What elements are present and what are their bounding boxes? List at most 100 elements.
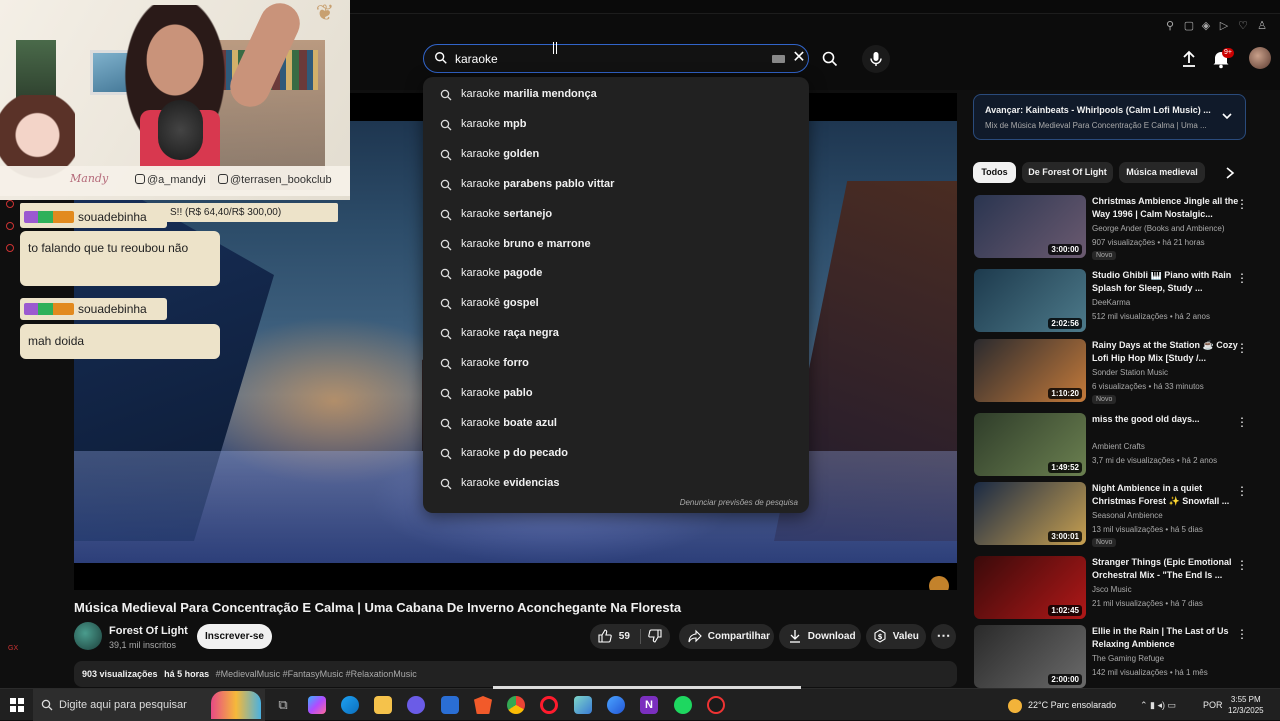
- app-icon[interactable]: [574, 696, 592, 714]
- recommended-channel[interactable]: Ambient Crafts: [1092, 442, 1145, 451]
- chip-all[interactable]: Todos: [973, 162, 1016, 183]
- search-suggestion-item[interactable]: karaokê gospel: [423, 289, 809, 319]
- more-options-icon[interactable]: ⋮: [1236, 415, 1248, 429]
- voice-search-button[interactable]: [862, 45, 890, 73]
- shield-extension-icon[interactable]: ◈: [1200, 20, 1212, 32]
- tray-icons[interactable]: ⌃ ▮ ◂) ▭: [1140, 689, 1176, 721]
- opera-icon[interactable]: [540, 696, 558, 714]
- search-input[interactable]: [455, 49, 755, 69]
- subscribe-button[interactable]: Inscrever-se: [197, 624, 272, 649]
- more-actions-button[interactable]: ⋯: [931, 624, 956, 649]
- recommended-video[interactable]: 3:00:01 Night Ambience in a quiet Christm…: [974, 482, 1264, 548]
- video-thumbnail[interactable]: 3:00:00: [974, 195, 1086, 258]
- more-options-icon[interactable]: ⋮: [1236, 627, 1248, 641]
- more-options-icon[interactable]: ⋮: [1236, 197, 1248, 211]
- video-thumbnail[interactable]: 3:00:01: [974, 482, 1086, 545]
- recommended-channel[interactable]: Seasonal Ambience: [1092, 511, 1163, 520]
- obs-icon[interactable]: [707, 696, 725, 714]
- create-button[interactable]: [1178, 48, 1200, 70]
- spotify-icon[interactable]: [674, 696, 692, 714]
- search-suggestion-item[interactable]: karaoke evidencias: [423, 469, 809, 499]
- copilot-icon[interactable]: [308, 696, 326, 714]
- recommended-channel[interactable]: Jsco Music: [1092, 585, 1132, 594]
- keyboard-icon[interactable]: [772, 55, 785, 63]
- play-extension-icon[interactable]: ▷: [1218, 20, 1230, 32]
- language-indicator[interactable]: POR: [1203, 689, 1223, 721]
- recommended-channel[interactable]: DeeKarma: [1092, 298, 1130, 307]
- clear-search-button[interactable]: ✕: [790, 49, 808, 67]
- window-icon[interactable]: ▢: [1183, 20, 1195, 32]
- chip-channel[interactable]: De Forest Of Light: [1022, 162, 1113, 183]
- search-suggestion-item[interactable]: karaoke boate azul: [423, 409, 809, 439]
- search-button[interactable]: [816, 45, 844, 73]
- search-suggestion-item[interactable]: karaoke parabens pablo vittar: [423, 170, 809, 200]
- video-thumbnail[interactable]: 1:10:20: [974, 339, 1086, 402]
- app-icon[interactable]: [607, 696, 625, 714]
- recommended-video-title[interactable]: Night Ambience in a quiet Christmas Fore…: [1092, 482, 1242, 508]
- onenote-icon[interactable]: N: [640, 696, 658, 714]
- recommended-video-title[interactable]: Ellie in the Rain | The Last of Us Relax…: [1092, 625, 1242, 651]
- task-view-icon[interactable]: ⧉: [274, 696, 292, 714]
- search-suggestion-item[interactable]: karaoke bruno e marrone: [423, 230, 809, 260]
- discord-icon[interactable]: [407, 696, 425, 714]
- taskbar-search[interactable]: Digite aqui para pesquisar: [33, 689, 265, 721]
- search-suggestion-item[interactable]: karaoke sertanejo: [423, 200, 809, 230]
- recommended-video[interactable]: 1:10:20 Rainy Days at the Station ☕ Cozy …: [974, 339, 1264, 405]
- recommended-video[interactable]: 2:02:56 Studio Ghibli 🎹 Piano with Rain S…: [974, 269, 1264, 335]
- more-options-icon[interactable]: ⋮: [1236, 271, 1248, 285]
- search-suggestion-item[interactable]: karaoke forro: [423, 349, 809, 379]
- report-predictions-link[interactable]: Denunciar previsões de pesquisa: [680, 498, 798, 507]
- recommended-video-title[interactable]: Christmas Ambience Jingle all the Way 19…: [1092, 195, 1242, 221]
- windows-start-icon[interactable]: [10, 698, 24, 712]
- like-button[interactable]: 59: [598, 624, 630, 649]
- chevron-right-icon[interactable]: [1224, 166, 1236, 180]
- heart-icon[interactable]: ♡: [1237, 20, 1249, 32]
- channel-name[interactable]: Forest Of Light: [109, 625, 188, 637]
- store-icon[interactable]: [441, 696, 459, 714]
- weather-widget[interactable]: 22°C Parc ensolarado: [1008, 689, 1116, 721]
- recommended-video-title[interactable]: Studio Ghibli 🎹 Piano with Rain Splash f…: [1092, 269, 1242, 295]
- recommended-channel[interactable]: The Gaming Refuge: [1092, 654, 1164, 663]
- chrome-icon[interactable]: [507, 696, 525, 714]
- video-thumbnail[interactable]: 2:02:56: [974, 269, 1086, 332]
- video-thumbnail[interactable]: 1:02:45: [974, 556, 1086, 619]
- search-box[interactable]: ✕: [423, 44, 809, 73]
- brave-icon[interactable]: [474, 696, 492, 714]
- channel-avatar[interactable]: [74, 622, 102, 650]
- recommended-video[interactable]: 2:00:00 Ellie in the Rain | The Last of U…: [974, 625, 1264, 691]
- profile-extension-icon[interactable]: ♙: [1256, 20, 1268, 32]
- more-options-icon[interactable]: ⋮: [1236, 341, 1248, 355]
- description-box[interactable]: 903 visualizações há 5 horas #MedievalMu…: [74, 661, 957, 687]
- search-suggestion-item[interactable]: karaoke p do pecado: [423, 439, 809, 469]
- bookmark-pin-icon[interactable]: ⚲: [1164, 20, 1176, 32]
- recommended-video[interactable]: 3:00:00 Christmas Ambience Jingle all the…: [974, 195, 1264, 261]
- video-thumbnail[interactable]: 2:00:00: [974, 625, 1086, 688]
- recommended-video-title[interactable]: Stranger Things (Epic Emotional Orchestr…: [1092, 556, 1242, 582]
- edge-icon[interactable]: [341, 696, 359, 714]
- search-suggestion-item[interactable]: karaoke mpb: [423, 110, 809, 140]
- recommended-video-title[interactable]: miss the good old days...: [1092, 413, 1242, 426]
- recommended-channel[interactable]: Sonder Station Music: [1092, 368, 1168, 377]
- recommended-video[interactable]: 1:02:45 Stranger Things (Epic Emotional O…: [974, 556, 1264, 622]
- file-explorer-icon[interactable]: [374, 696, 392, 714]
- video-thumbnail[interactable]: 1:49:52: [974, 413, 1086, 476]
- hashtags[interactable]: #MedievalMusic #FantasyMusic #Relaxation…: [216, 669, 417, 679]
- search-suggestion-item[interactable]: karaoke pablo: [423, 379, 809, 409]
- account-avatar[interactable]: [1249, 47, 1271, 69]
- chip-medieval[interactable]: Música medieval: [1119, 162, 1205, 183]
- more-options-icon[interactable]: ⋮: [1236, 484, 1248, 498]
- recommended-channel[interactable]: George Ander (Books and Ambience): [1092, 224, 1225, 233]
- clock[interactable]: 3:55 PM 12/3/2025: [1228, 694, 1264, 716]
- recommended-video-title[interactable]: Rainy Days at the Station ☕ Cozy Lofi Hi…: [1092, 339, 1242, 365]
- dislike-button[interactable]: [648, 624, 662, 649]
- chevron-down-icon[interactable]: [1220, 109, 1234, 123]
- share-button[interactable]: Compartilhar: [679, 624, 774, 649]
- recommended-video[interactable]: 1:49:52 miss the good old days... Ambient …: [974, 413, 1264, 479]
- autoplay-queue[interactable]: Avançar: Kainbeats - Whirlpools (Calm Lo…: [973, 94, 1246, 140]
- more-options-icon[interactable]: ⋮: [1236, 558, 1248, 572]
- search-suggestion-item[interactable]: karaoke pagode: [423, 259, 809, 289]
- thanks-button[interactable]: $ Valeu: [866, 624, 926, 649]
- download-button[interactable]: Download: [779, 624, 861, 649]
- search-suggestion-item[interactable]: karaoke raça negra: [423, 319, 809, 349]
- search-suggestion-item[interactable]: karaoke marilia mendonça: [423, 80, 809, 110]
